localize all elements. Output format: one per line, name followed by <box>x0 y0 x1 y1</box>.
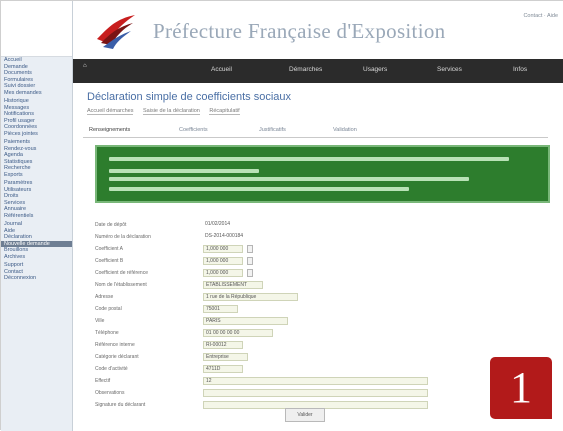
top-links[interactable]: Contact · Aide <box>523 13 558 19</box>
field-label: Nom de l'établissement <box>95 282 147 288</box>
form-row: Effectif 12 <box>95 377 535 387</box>
form-row: Téléphone 01 00 00 00 00 <box>95 329 535 339</box>
step-number-badge: 1 <box>490 357 552 419</box>
form-row: Code d'activité 4711D <box>95 365 535 375</box>
page-title: Déclaration simple de coefficients socia… <box>87 91 292 103</box>
alert-text-line <box>109 177 469 181</box>
field-input[interactable]: Entreprise <box>203 353 248 361</box>
sidebar: Accueil Demande Documents Formulaires Suivi … <box>1 1 73 431</box>
nav-item-infos[interactable]: Infos <box>513 66 527 73</box>
form-row: Code postal 75001 <box>95 305 535 315</box>
alert-text-line <box>109 169 259 173</box>
sidebar-item[interactable]: Archives <box>1 254 72 261</box>
form-row: Coefficient A 1,000 000 <box>95 245 535 255</box>
nav-item-accueil[interactable]: Accueil <box>211 66 232 73</box>
form-row: Numéro de la déclaration DS-2014-000184 <box>95 233 535 243</box>
spinner-icon[interactable] <box>247 245 253 253</box>
field-input[interactable]: 4711D <box>203 365 243 373</box>
site-header: Préfecture Française d'Exposition Contac… <box>73 1 563 59</box>
form-row: Référence interne RI-00012 <box>95 341 535 351</box>
field-input[interactable]: DS-2014-000184 <box>203 233 288 241</box>
field-label: Observations <box>95 390 125 396</box>
sidebar-item[interactable]: Mes demandes <box>1 90 72 97</box>
field-label: Code postal <box>95 306 122 312</box>
breadcrumb-item[interactable]: Récapitulatif <box>209 108 240 115</box>
tab-validation[interactable]: Validation <box>333 127 357 133</box>
field-input[interactable]: 01 00 00 00 00 <box>203 329 273 337</box>
field-label: Signature du déclarant <box>95 402 146 408</box>
field-input[interactable]: PARIS <box>203 317 288 325</box>
sidebar-item[interactable]: Exports <box>1 172 72 179</box>
field-label: Date de dépôt <box>95 222 127 228</box>
submit-button[interactable]: Valider <box>285 408 325 422</box>
field-label: Effectif <box>95 378 111 384</box>
site-title: Préfecture Française d'Exposition <box>153 19 446 43</box>
info-alert-box <box>95 145 550 203</box>
sidebar-item[interactable]: Déconnexion <box>1 275 72 282</box>
field-input[interactable]: 75001 <box>203 305 238 313</box>
field-label: Coefficient A <box>95 246 123 252</box>
form-row: Ville PARIS <box>95 317 535 327</box>
field-label: Catégorie déclarant <box>95 354 139 360</box>
spinner-icon[interactable] <box>247 257 253 265</box>
main-navbar: ⌂ Accueil Démarches Usagers Services Inf… <box>73 59 563 83</box>
field-input[interactable]: 1,000 000 <box>203 245 243 253</box>
tab-renseignements[interactable]: Renseignements <box>89 127 130 133</box>
breadcrumb-item[interactable]: Accueil démarches <box>87 108 134 115</box>
field-label: Coefficient B <box>95 258 124 264</box>
breadcrumb-item[interactable]: Saisie de la déclaration <box>143 108 200 115</box>
field-input[interactable]: ETABLISSEMENT <box>203 281 263 289</box>
form-row: Observations <box>95 389 535 399</box>
field-label: Ville <box>95 318 105 324</box>
declaration-form: Date de dépôt 01/02/2014 Numéro de la décl… <box>95 221 535 413</box>
form-row: Adresse 1 rue de la République <box>95 293 535 303</box>
spinner-icon[interactable] <box>247 269 253 277</box>
nav-item-services[interactable]: Services <box>437 66 462 73</box>
form-row: Nom de l'établissement ETABLISSEMENT <box>95 281 535 291</box>
field-input[interactable]: 1 rue de la République <box>203 293 298 301</box>
sidebar-list: Accueil Demande Documents Formulaires Suivi … <box>1 57 72 282</box>
nav-item-usagers[interactable]: Usagers <box>363 66 387 73</box>
sidebar-item[interactable]: Pièces jointes <box>1 131 72 138</box>
breadcrumb: Accueil démarches Saisie de la déclarati… <box>87 108 248 115</box>
field-label: Référence interne <box>95 342 135 348</box>
alert-text-line <box>109 187 409 191</box>
home-icon[interactable]: ⌂ <box>83 63 109 79</box>
alert-text-line <box>109 157 509 161</box>
form-row: Catégorie déclarant Entreprise <box>95 353 535 363</box>
field-label: Adresse <box>95 294 114 300</box>
form-row: Date de dépôt 01/02/2014 <box>95 221 535 231</box>
field-input[interactable]: 01/02/2014 <box>203 221 273 229</box>
field-label: Code d'activité <box>95 366 128 372</box>
field-input[interactable]: 1,000 000 <box>203 269 243 277</box>
sidebar-item[interactable]: Référentiels <box>1 213 72 220</box>
field-label: Coefficient de référence <box>95 270 148 276</box>
screenshot-frame: Accueil Demande Documents Formulaires Suivi … <box>0 0 563 431</box>
tab-coefficients[interactable]: Coefficients <box>179 127 208 133</box>
form-row: Coefficient de référence 1,000 000 <box>95 269 535 279</box>
nav-item-demarches[interactable]: Démarches <box>289 66 322 73</box>
field-input[interactable]: 1,000 000 <box>203 257 243 265</box>
tab-justificatifs[interactable]: Justificatifs <box>259 127 286 133</box>
field-label: Téléphone <box>95 330 119 336</box>
field-input[interactable]: RI-00012 <box>203 341 243 349</box>
flag-logo-icon <box>97 15 135 49</box>
field-input[interactable] <box>203 389 428 397</box>
field-input[interactable]: 12 <box>203 377 428 385</box>
field-label: Numéro de la déclaration <box>95 234 151 240</box>
form-row: Coefficient B 1,000 000 <box>95 257 535 267</box>
sidebar-header <box>1 1 72 57</box>
tab-bar: Renseignements Coefficients Justificatif… <box>83 125 548 138</box>
